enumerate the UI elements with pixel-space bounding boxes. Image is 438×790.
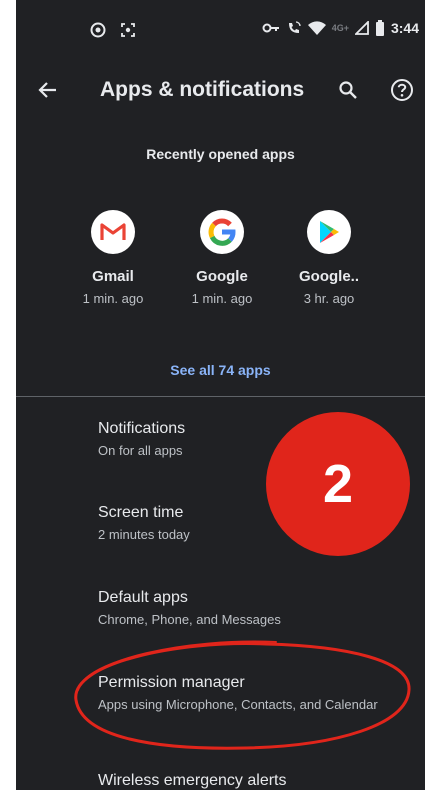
highlight-circle: [74, 640, 411, 750]
phone-screen: 4G+ 3:44 Apps & notifications Recently o…: [16, 0, 425, 790]
